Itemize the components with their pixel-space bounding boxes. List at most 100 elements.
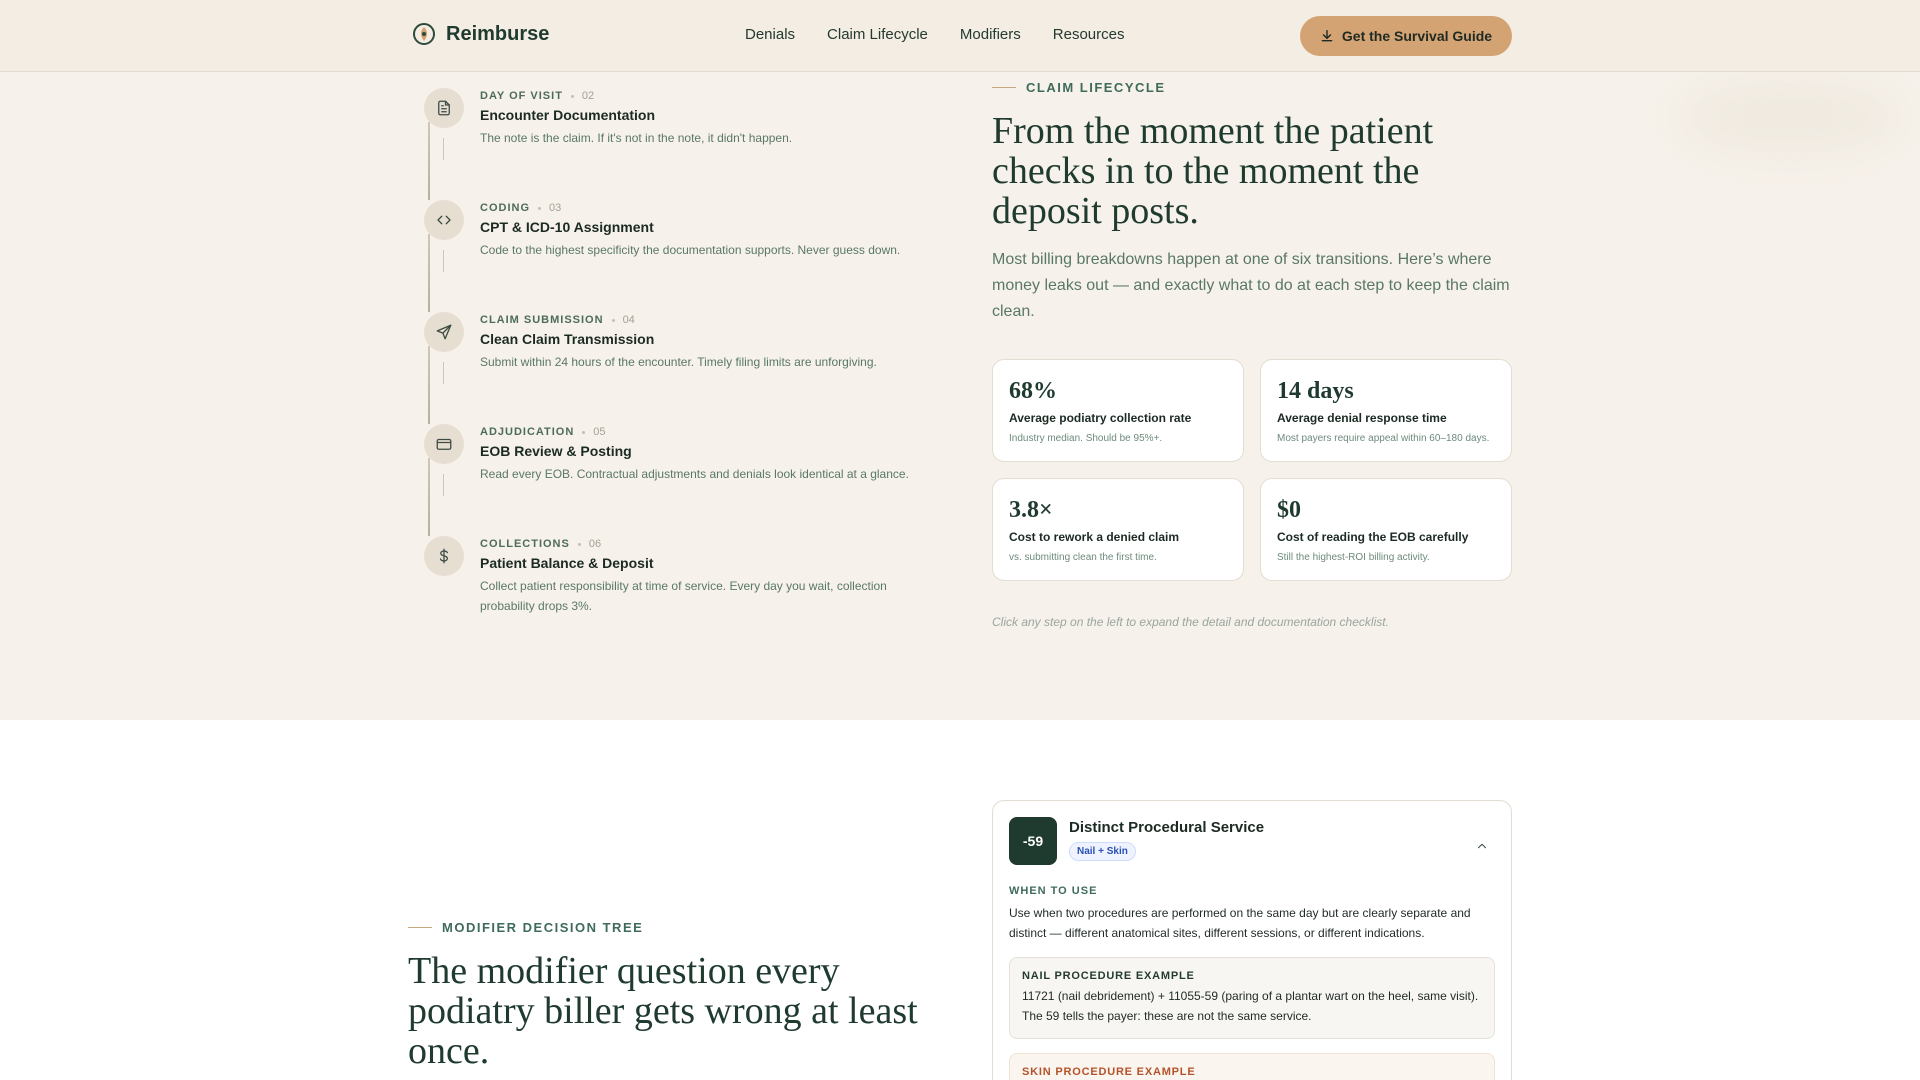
modifier-tag: Nail + Skin xyxy=(1069,842,1136,861)
nav-modifiers[interactable]: Modifiers xyxy=(960,26,1021,43)
modifier-title: Distinct Procedural Service xyxy=(1069,819,1265,836)
step-description: Collect patient responsibility at time o… xyxy=(480,579,887,613)
step-title: Clean Claim Transmission xyxy=(480,331,655,347)
timeline-step-submission[interactable]: CLAIM SUBMISSION 04 Clean Claim Transmis… xyxy=(412,312,932,424)
skin-example: SKIN PROCEDURE EXAMPLE xyxy=(1009,1053,1495,1080)
eyebrow-label: MODIFIER DECISION TREE xyxy=(442,920,644,935)
stat-card: 3.8× Cost to rework a denied claim vs. s… xyxy=(992,478,1244,581)
code-icon xyxy=(424,200,464,240)
document-icon xyxy=(424,88,464,128)
section-eyebrow: MODIFIER DECISION TREE xyxy=(408,920,928,935)
lifecycle-summary: CLAIM LIFECYCLE From the moment the pati… xyxy=(992,80,1512,629)
step-body: ADJUDICATION 05 EOB Review & Posting Rea… xyxy=(480,426,940,484)
nav-resources[interactable]: Resources xyxy=(1053,26,1125,43)
separator-dot xyxy=(570,94,574,98)
timeline-connector xyxy=(428,458,430,536)
step-kicker: CLAIM SUBMISSION xyxy=(480,314,604,326)
when-to-use-text: Use when two procedures are performed on… xyxy=(1009,906,1471,940)
timeline-step-collections[interactable]: COLLECTIONS 06 Patient Balance & Deposit… xyxy=(412,536,932,648)
stat-note: Most payers require appeal within 60–180… xyxy=(1277,433,1490,444)
main-nav: Denials Claim Lifecycle Modifiers Resour… xyxy=(745,26,1124,43)
nail-example-text: 11721 (nail debridement) + 11055-59 (par… xyxy=(1022,989,1479,1023)
separator-dot xyxy=(577,542,581,546)
timeline-tick xyxy=(443,362,444,384)
timeline-connector xyxy=(428,346,430,424)
step-description: Read every EOB. Contractual adjustments … xyxy=(480,467,909,481)
nail-example: NAIL PROCEDURE EXAMPLE 11721 (nail debri… xyxy=(1009,957,1495,1039)
step-title: EOB Review & Posting xyxy=(480,443,632,459)
stat-label: Cost of reading the EOB carefully xyxy=(1277,530,1469,544)
separator-dot xyxy=(538,206,541,210)
step-title: Patient Balance & Deposit xyxy=(480,555,654,571)
collapse-button[interactable] xyxy=(1475,839,1489,853)
dollar-icon xyxy=(424,536,464,576)
step-title: CPT & ICD-10 Assignment xyxy=(480,219,654,235)
stats-grid: 68% Average podiatry collection rate Ind… xyxy=(992,359,1512,581)
modifier-card: -59 Distinct Procedural Service Nail + S… xyxy=(992,800,1512,1080)
stat-note: Industry median. Should be 95%+. xyxy=(1009,433,1163,444)
section-headline: The modifier question every podiatry bil… xyxy=(408,950,918,1072)
timeline-step-coding[interactable]: CODING 03 CPT & ICD-10 Assignment Code t… xyxy=(412,200,932,312)
step-body: CODING 03 CPT & ICD-10 Assignment Code t… xyxy=(480,202,940,260)
section-headline: From the moment the patient checks in to… xyxy=(992,110,1434,232)
step-body: CLAIM SUBMISSION 04 Clean Claim Transmis… xyxy=(480,314,940,372)
nav-denials[interactable]: Denials xyxy=(745,26,795,43)
brand[interactable]: Reimburse xyxy=(412,22,549,46)
claim-lifecycle-section: DAY OF VISIT 02 Encounter Documentation … xyxy=(0,72,1920,720)
modifier-card-header[interactable]: -59 Distinct Procedural Service Nail + S… xyxy=(1009,817,1495,865)
download-icon xyxy=(1321,30,1333,42)
timeline-tick xyxy=(443,474,444,496)
step-kicker: ADJUDICATION xyxy=(480,426,575,438)
separator-dot xyxy=(582,430,586,434)
logo-icon xyxy=(412,22,436,46)
modifier-code-badge: -59 xyxy=(1009,817,1057,865)
step-title: Encounter Documentation xyxy=(480,107,656,123)
stat-label: Cost to rework a denied claim xyxy=(1009,530,1180,544)
brand-name: Reimburse xyxy=(446,22,550,45)
stat-value: 14 days xyxy=(1277,378,1354,404)
section-eyebrow: CLAIM LIFECYCLE xyxy=(992,80,1512,95)
timeline-tick xyxy=(443,250,444,272)
step-body: COLLECTIONS 06 Patient Balance & Deposit… xyxy=(480,538,940,616)
stat-note: Still the highest-ROI billing activity. xyxy=(1277,552,1430,563)
stat-value: 68% xyxy=(1009,378,1057,404)
survival-guide-label: Get the Survival Guide xyxy=(1341,28,1493,44)
stat-card: $0 Cost of reading the EOB carefully Sti… xyxy=(1260,478,1512,581)
skin-example-kicker: SKIN PROCEDURE EXAMPLE xyxy=(1022,1066,1196,1078)
timeline-connector xyxy=(428,234,430,312)
step-number: 06 xyxy=(588,538,602,550)
when-to-use-kicker: WHEN TO USE xyxy=(1009,885,1098,897)
stat-value: 3.8× xyxy=(1009,497,1053,523)
eyebrow-label: CLAIM LIFECYCLE xyxy=(1026,80,1166,95)
timeline-step-adjudication[interactable]: ADJUDICATION 05 EOB Review & Posting Rea… xyxy=(412,424,932,536)
stat-card: 68% Average podiatry collection rate Ind… xyxy=(992,359,1244,462)
step-description: The note is the claim. If it's not in th… xyxy=(480,131,793,145)
nav-claim-lifecycle[interactable]: Claim Lifecycle xyxy=(827,26,928,43)
step-description: Code to the highest specificity the docu… xyxy=(480,243,901,257)
step-body: DAY OF VISIT 02 Encounter Documentation … xyxy=(480,90,940,148)
section-lede: Most billing breakdowns happen at one of… xyxy=(992,251,1510,320)
modifier-intro: MODIFIER DECISION TREE The modifier ques… xyxy=(408,920,928,1071)
stat-card: 14 days Average denial response time Mos… xyxy=(1260,359,1512,462)
step-description: Submit within 24 hours of the encounter.… xyxy=(480,355,877,369)
stat-label: Average podiatry collection rate xyxy=(1009,411,1192,425)
survival-guide-button[interactable]: Get the Survival Guide xyxy=(1300,16,1512,56)
timeline-step-encounter[interactable]: DAY OF VISIT 02 Encounter Documentation … xyxy=(412,88,932,200)
timeline-tick xyxy=(443,138,444,160)
lifecycle-hint: Click any step on the left to expand the… xyxy=(992,615,1389,629)
step-number: 02 xyxy=(581,90,595,102)
stat-note: vs. submitting clean the first time. xyxy=(1009,552,1157,563)
timeline-connector xyxy=(428,122,430,200)
step-kicker: COLLECTIONS xyxy=(480,538,570,550)
chevron-up-icon xyxy=(1477,843,1487,849)
credit-card-icon xyxy=(424,424,464,464)
step-number: 03 xyxy=(549,202,562,214)
separator-dot xyxy=(611,318,615,322)
modifier-section: MODIFIER DECISION TREE The modifier ques… xyxy=(0,720,1920,1080)
top-navigation-bar: Reimburse Denials Claim Lifecycle Modifi… xyxy=(0,0,1920,72)
send-icon xyxy=(424,312,464,352)
nail-example-kicker: NAIL PROCEDURE EXAMPLE xyxy=(1022,970,1195,982)
step-number: 04 xyxy=(622,314,635,326)
lifecycle-timeline: DAY OF VISIT 02 Encounter Documentation … xyxy=(412,88,932,648)
step-kicker: DAY OF VISIT xyxy=(480,90,563,102)
